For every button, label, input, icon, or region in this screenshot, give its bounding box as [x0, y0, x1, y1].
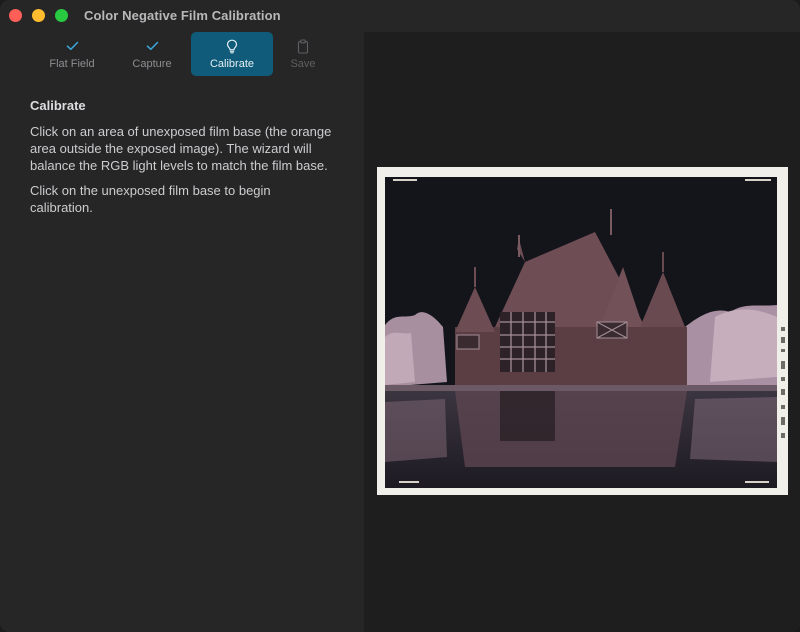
step-label: Save [290, 58, 316, 70]
step-label: Capture [132, 58, 172, 70]
step-label: Flat Field [49, 58, 95, 70]
step-instructions: Calibrate Click on an area of unexposed … [30, 98, 335, 224]
checkmark-icon [146, 37, 159, 55]
negative-image[interactable] [385, 177, 777, 488]
zoom-window-button[interactable] [55, 9, 68, 22]
step-save[interactable]: Save [276, 32, 330, 76]
film-edge-code [780, 327, 786, 447]
instructions-heading: Calibrate [30, 98, 86, 113]
step-calibrate[interactable]: Calibrate [191, 32, 273, 76]
step-capture[interactable]: Capture [116, 32, 188, 76]
step-flat-field[interactable]: Flat Field [34, 32, 110, 76]
minimize-window-button[interactable] [32, 9, 45, 22]
clipboard-icon [297, 37, 309, 55]
instructions-paragraph-2: Click on the unexposed film base to begi… [30, 183, 271, 215]
wizard-panel: Flat Field Capture Calibrate Save Calibr… [0, 32, 364, 632]
instructions-paragraph-1: Click on an area of unexposed film base … [30, 124, 332, 173]
film-negative-preview[interactable] [377, 167, 788, 495]
title-bar: Color Negative Film Calibration [0, 0, 800, 32]
checkmark-icon [66, 37, 79, 55]
step-label: Calibrate [209, 58, 255, 70]
window-title: Color Negative Film Calibration [84, 8, 281, 23]
lightbulb-icon [226, 37, 238, 55]
app-window: Color Negative Film Calibration Flat Fie… [0, 0, 800, 632]
close-window-button[interactable] [9, 9, 22, 22]
